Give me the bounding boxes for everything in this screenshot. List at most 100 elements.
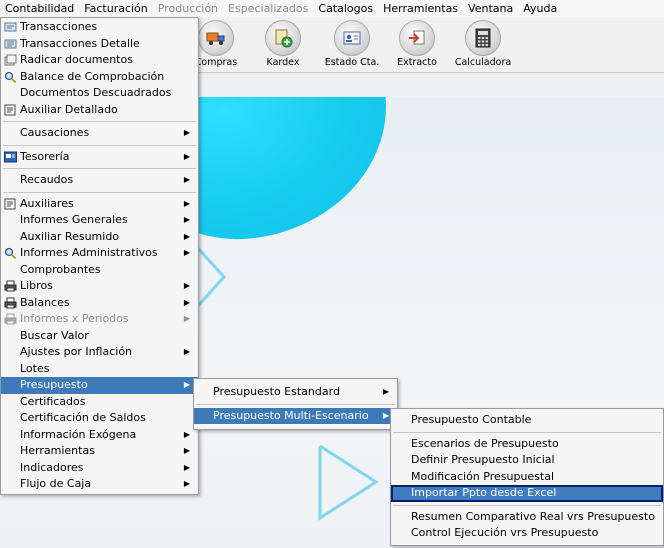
menu-item-auxiliar-detallado[interactable]: Auxiliar Detallado [1,102,198,119]
toolbar-button-estado-cta[interactable]: Estado Cta. [320,19,384,71]
menu-item-informes-administrativos[interactable]: Informes Administrativos ▶ [1,245,198,262]
submenu-arrow-icon: ▶ [183,281,190,290]
submenu-arrow-icon: ▶ [382,410,389,420]
menu-item-presupuesto-multi-escenario[interactable]: Presupuesto Multi-Escenario ▶ [194,407,397,424]
menu-separator [393,431,661,433]
menu-item-buscar-valor[interactable]: Buscar Valor [1,328,198,345]
submenu-arrow-icon: ▶ [183,231,190,241]
menu-item-label: Definir Presupuesto Inicial [411,453,555,466]
menu-item-presupuesto[interactable]: Presupuesto ▶ [1,377,198,394]
menu-item-ajustes-por-inflacion[interactable]: Ajustes por Inflación ▶ [1,344,198,361]
menu-item-label: Ajustes por Inflación [20,345,133,358]
menu-item-libros[interactable]: Libros ▶ [1,278,198,295]
menu-item-label: Presupuesto [20,378,88,391]
menu-separator [3,121,196,122]
calculator-icon [465,20,501,56]
submenu-arrow-icon: ▶ [183,175,190,184]
menu-item-informes-x-periodos[interactable]: Informes x Periodos ▶ [1,311,198,328]
menu-item-label: Documentos Descuadrados [20,86,172,99]
submenu-arrow-icon: ▶ [183,429,190,439]
menu-item-label: Balances [20,295,70,309]
submenu-arrow-icon: ▶ [183,198,190,208]
menu-item-label: Control Ejecución vrs Presupuesto [411,526,599,539]
submenu-arrow-icon: ▶ [183,151,190,161]
submenu-arrow-icon: ▶ [183,462,190,472]
transactions-icon [4,21,17,33]
menu-item-label: Informes Generales [20,213,128,226]
menu-item-label: Escenarios de Presupuesto [411,436,559,450]
toolbar-label: Calculadora [454,57,512,68]
submenu-arrow-icon: ▶ [382,387,389,396]
menu-item-herramientas[interactable]: Herramientas ▶ [1,443,198,460]
menu-item-label: Buscar Valor [20,328,89,342]
toolbar-button-kardex[interactable]: Kardex [251,19,315,71]
menu-item-transacciones-detalle[interactable]: Transacciones Detalle [1,36,198,53]
menu-item-label: Información Exógena [20,427,137,441]
kardex-add-icon [265,20,301,56]
menu-ayuda[interactable]: Ayuda [518,0,562,17]
menu-item-informacion-exogena[interactable]: Información Exógena ▶ [1,427,198,444]
menu-item-label: Presupuesto Estandard [213,385,340,398]
presupuesto-submenu: Presupuesto Estandard ▶ Presupuesto Multi-… [193,378,398,430]
menu-item-balance-de-comprobacion[interactable]: Balance de Comprobación [1,69,198,86]
toolbar-label: Estado Cta. [324,57,380,68]
toolbar-button-calculadora[interactable]: Calculadora [451,19,515,71]
menu-item-documentos-descuadrados[interactable]: Documentos Descuadrados [1,85,198,102]
toolbar-label: Extracto [397,57,437,68]
menu-item-label: Comprobantes [20,262,101,276]
menu-item-label: Causaciones [20,126,90,139]
menu-item-label: Herramientas [20,444,95,457]
menu-item-label: Resumen Comparativo Real vrs Presupuesto [411,509,655,523]
menu-contabilidad[interactable]: Contabilidad [0,0,79,17]
contabilidad-menu: Transacciones Transacciones Detalle Radica… [0,17,199,495]
menu-item-radicar-documentos[interactable]: Radicar documentos [1,52,198,69]
menu-facturacion[interactable]: Facturación [79,0,152,17]
treasury-icon [4,151,17,163]
menu-item-presupuesto-contable[interactable]: Presupuesto Contable [391,412,663,429]
menu-item-balances[interactable]: Balances ▶ [1,295,198,312]
menu-item-label: Certificados [20,394,86,408]
menu-item-flujo-de-caja[interactable]: Flujo de Caja ▶ [1,476,198,493]
menu-item-label: Presupuesto Multi-Escenario [213,408,369,422]
menu-item-definir-presupuesto-inicial[interactable]: Definir Presupuesto Inicial [391,452,663,469]
menu-separator [3,191,196,193]
menu-item-resumen-comparativo-real-vrs-presupuesto[interactable]: Resumen Comparativo Real vrs Presupuesto [391,509,663,526]
menu-separator [3,144,196,146]
menu-item-informes-generales[interactable]: Informes Generales ▶ [1,212,198,229]
menu-item-transacciones[interactable]: Transacciones [1,19,198,36]
submenu-arrow-icon: ▶ [183,314,190,323]
toolbar-label: Kardex [266,57,300,68]
menu-item-auxiliar-resumido[interactable]: Auxiliar Resumido ▶ [1,229,198,246]
menu-item-modificacion-presupuestal[interactable]: Modificación Presupuestal [391,469,663,486]
menu-herramientas[interactable]: Herramientas [378,0,463,17]
menu-bar: Contabilidad Facturación Producción Especia… [0,0,664,18]
printer-icon [4,297,17,309]
menu-catalogos[interactable]: Catalogos [313,0,378,17]
toolbar-button-extracto[interactable]: Extracto [385,19,449,71]
menu-item-label: Auxiliar Resumido [20,229,120,243]
menu-item-comprobantes[interactable]: Comprobantes [1,262,198,279]
menu-item-label: Auxiliar Detallado [20,102,118,116]
menu-separator [3,168,196,169]
menu-item-lotes[interactable]: Lotes [1,361,198,378]
menu-item-certificados[interactable]: Certificados [1,394,198,411]
menu-ventana[interactable]: Ventana [463,0,518,17]
printer-icon [4,313,17,325]
menu-item-escenarios-de-presupuesto[interactable]: Escenarios de Presupuesto [391,436,663,453]
menu-item-importar-ppto-desde-excel[interactable]: Importar Ppto desde Excel [391,485,663,502]
menu-separator [393,504,661,506]
menu-especializados[interactable]: Especializados [223,0,313,17]
menu-item-label: Informes Administrativos [20,246,158,259]
menu-item-tesoreria[interactable]: Tesorería ▶ [1,149,198,166]
menu-item-label: Transacciones [20,20,98,33]
menu-item-recaudos[interactable]: Recaudos ▶ [1,172,198,189]
menu-item-label: Tesorería [20,149,70,163]
menu-item-auxiliares[interactable]: Auxiliares ▶ [1,196,198,213]
menu-item-control-ejecucion-vrs-presupuesto[interactable]: Control Ejecución vrs Presupuesto [391,525,663,542]
menu-produccion[interactable]: Producción [153,0,223,17]
submenu-arrow-icon: ▶ [183,347,190,356]
menu-item-indicadores[interactable]: Indicadores ▶ [1,460,198,477]
menu-item-causaciones[interactable]: Causaciones ▶ [1,125,198,142]
menu-item-presupuesto-estandard[interactable]: Presupuesto Estandard ▶ [194,384,397,401]
menu-item-certificacion-de-saldos[interactable]: Certificación de Saldos [1,410,198,427]
